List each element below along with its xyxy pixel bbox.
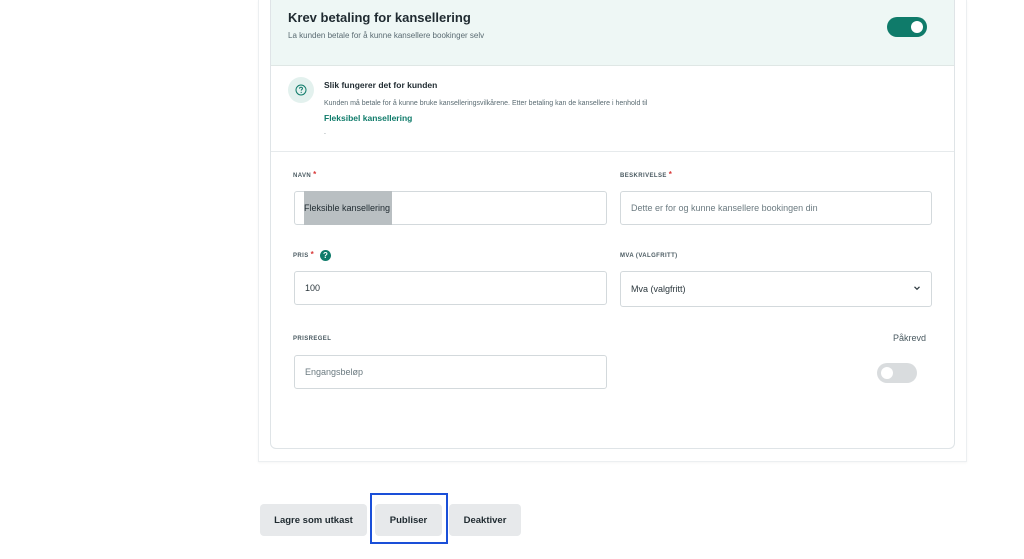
info-title: Slik fungerer det for kunden bbox=[324, 80, 438, 90]
require-payment-toggle[interactable] bbox=[887, 17, 927, 37]
save-draft-button[interactable]: Lagre som utkast bbox=[260, 504, 367, 536]
pris-input[interactable]: 100 bbox=[294, 271, 607, 305]
cancellation-fee-card: Krev betaling for kansellering La kunden… bbox=[270, 0, 955, 449]
required-mark: * bbox=[310, 250, 315, 260]
mva-selected: Mva (valgfritt) bbox=[631, 284, 686, 294]
pris-label-text: PRIS bbox=[293, 253, 309, 260]
section-title: Krev betaling for kansellering bbox=[288, 10, 471, 25]
info-trailing: . bbox=[324, 129, 326, 136]
pris-value: 100 bbox=[305, 283, 321, 293]
info-text: Kunden må betale for å kunne bruke kanse… bbox=[324, 100, 648, 107]
flexible-cancellation-link[interactable]: Fleksibel kansellering bbox=[324, 113, 412, 123]
help-icon[interactable]: ? bbox=[320, 250, 332, 261]
mva-label: MVA (VALGFRITT) bbox=[620, 253, 678, 259]
mva-select[interactable]: Mva (valgfritt) bbox=[620, 271, 932, 307]
card-header: Krev betaling for kansellering La kunden… bbox=[271, 0, 954, 66]
required-mark: * bbox=[668, 170, 673, 179]
info-box: Slik fungerer det for kunden Kunden må b… bbox=[271, 66, 954, 152]
beskrivelse-label-text: BESKRIVELSE bbox=[620, 173, 667, 179]
prisregel-input[interactable]: Engangsbeløp bbox=[294, 355, 607, 389]
question-circle-icon bbox=[288, 77, 314, 103]
toggle-knob bbox=[881, 367, 893, 379]
prisregel-label: PRISREGEL bbox=[293, 336, 332, 342]
pris-label: PRIS *? bbox=[293, 250, 332, 261]
navn-input[interactable]: Fleksible kansellering bbox=[294, 191, 607, 225]
required-mark: * bbox=[313, 170, 317, 179]
focus-highlight bbox=[370, 493, 448, 544]
paakrevd-toggle[interactable] bbox=[877, 363, 917, 383]
toggle-knob bbox=[911, 21, 923, 33]
prisregel-placeholder: Engangsbeløp bbox=[305, 367, 364, 377]
section-subtitle: La kunden betale for å kunne kansellere … bbox=[288, 31, 485, 40]
paakrevd-label: Påkrevd bbox=[893, 333, 927, 343]
beskrivelse-input[interactable]: Dette er for og kunne kansellere booking… bbox=[620, 191, 932, 225]
navn-label-text: NAVN bbox=[293, 173, 312, 179]
chevron-down-icon bbox=[913, 284, 921, 294]
navn-label: NAVN * bbox=[293, 170, 317, 179]
beskrivelse-placeholder: Dette er for og kunne kansellere booking… bbox=[631, 203, 818, 213]
beskrivelse-label: BESKRIVELSE * bbox=[620, 170, 672, 179]
deactivate-button[interactable]: Deaktiver bbox=[449, 504, 521, 536]
navn-input-value: Fleksible kansellering bbox=[304, 191, 393, 225]
